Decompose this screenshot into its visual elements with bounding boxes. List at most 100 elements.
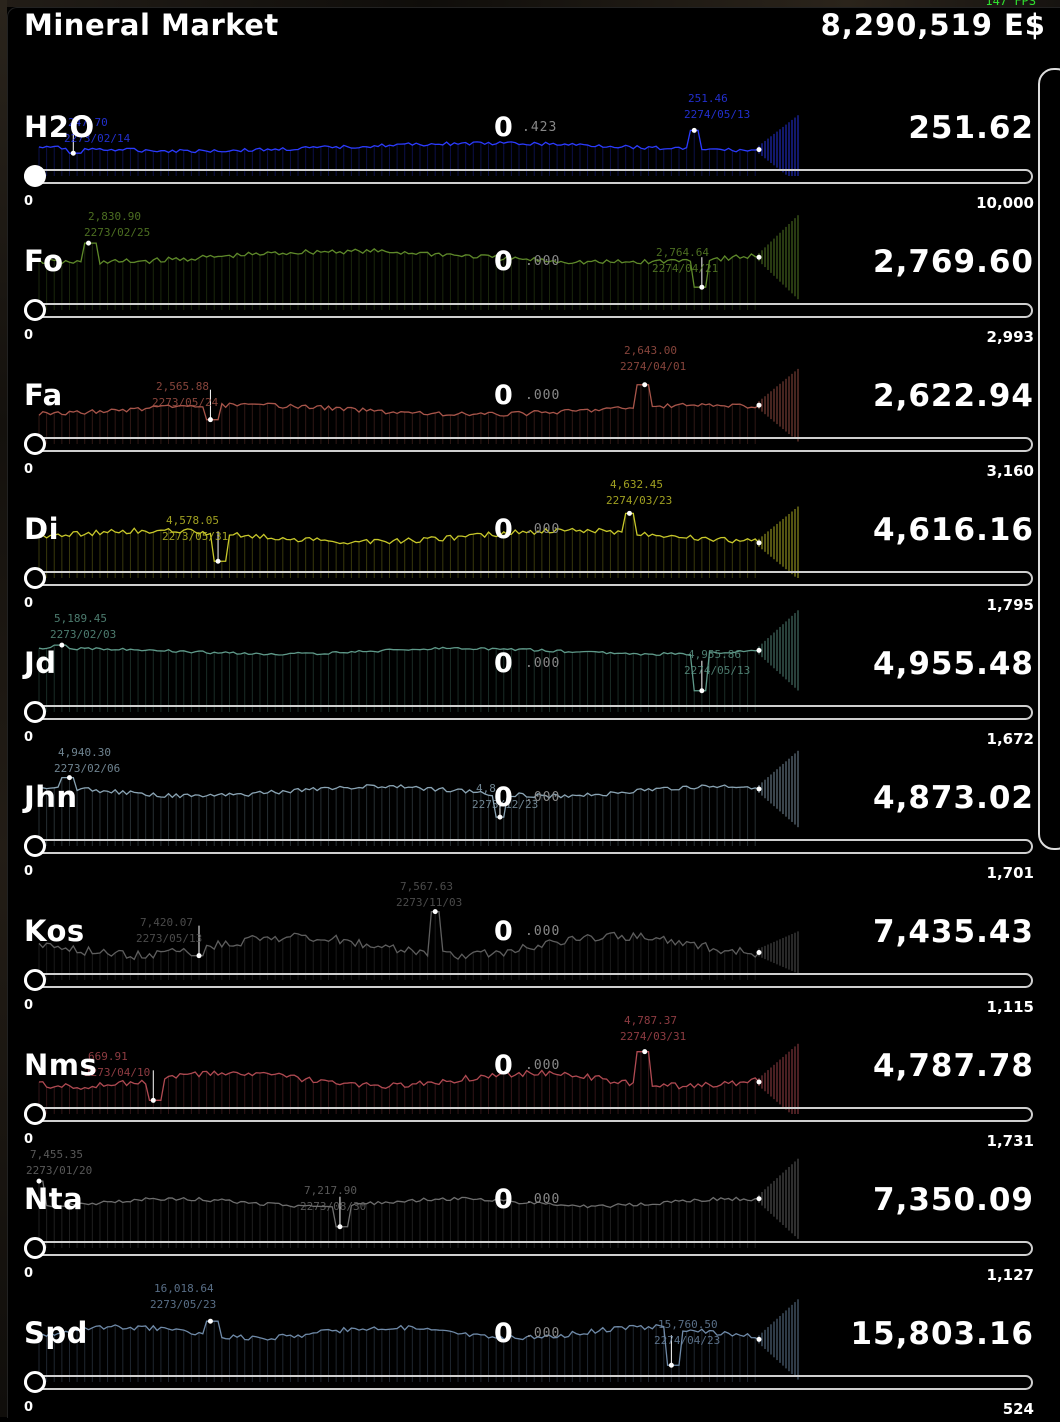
forecast-fan [758, 610, 799, 691]
low-marker-dot [699, 688, 705, 694]
forecast-fan [758, 506, 799, 578]
slider-max-label: 2,993 [986, 328, 1034, 346]
high-date-label: 2274/04/01 [620, 360, 687, 373]
high-date-label: 2273/05/23 [150, 1298, 217, 1311]
low-date-label: 2274/04/21 [652, 262, 719, 275]
current-price-dot [756, 1079, 762, 1085]
price-line [38, 129, 760, 154]
slider-max-label: 3,160 [986, 462, 1034, 480]
price-line [38, 242, 760, 288]
quantity-slider[interactable] [24, 571, 1033, 586]
low-marker-dot [150, 1097, 156, 1103]
slider-knob[interactable] [24, 165, 46, 187]
slider-knob[interactable] [24, 567, 46, 589]
quantity-slider[interactable] [24, 973, 1033, 988]
price-history-chart [38, 750, 799, 846]
current-price: 2,769.60 [873, 244, 1034, 280]
slider-min-label: 0 [24, 730, 34, 745]
quantity-slider[interactable] [24, 437, 1033, 452]
high-price-label: 7,567.63 [400, 880, 453, 893]
quantity-owned: 0 [494, 916, 513, 947]
quantity-owned: 0 [494, 1184, 513, 1215]
low-marker-dot [70, 150, 76, 156]
quantity-slider[interactable] [24, 1241, 1033, 1256]
volume-bars [38, 645, 756, 712]
forecast-fan [758, 1043, 799, 1114]
price-line [38, 644, 760, 692]
current-price: 2,622.94 [873, 378, 1034, 414]
slider-knob[interactable] [24, 969, 46, 991]
high-marker-dot [59, 642, 65, 648]
low-price-label: 2,764.64 [656, 246, 709, 259]
mineral-symbol: Di [24, 512, 60, 546]
quantity-owned-fraction: .000 [525, 1058, 561, 1073]
quantity-slider[interactable] [24, 839, 1033, 854]
quantity-owned-fraction: .000 [525, 656, 561, 671]
high-marker-dot [642, 382, 648, 388]
high-marker-dot [86, 240, 92, 246]
current-price: 15,803.16 [850, 1316, 1034, 1352]
high-marker-dot [432, 909, 438, 915]
quantity-slider[interactable] [24, 169, 1033, 184]
slider-max-label: 1,127 [986, 1266, 1034, 1284]
quantity-owned-fraction: .000 [525, 254, 561, 269]
high-date-label: 2273/11/03 [396, 896, 463, 909]
quantity-owned: 0 [494, 1050, 513, 1081]
mineral-symbol: Fa [24, 378, 63, 412]
quantity-slider[interactable] [24, 303, 1033, 318]
low-price-label: 15,760.50 [658, 1318, 718, 1331]
high-price-label: 4,787.37 [624, 1014, 677, 1027]
page-title: Mineral Market [24, 8, 279, 42]
current-price-dot [756, 647, 762, 653]
volume-bars [38, 1321, 756, 1382]
slider-knob[interactable] [24, 1103, 46, 1125]
slider-max-label: 524 [1002, 1400, 1034, 1418]
slider-knob[interactable] [24, 701, 46, 723]
quantity-slider[interactable] [24, 1375, 1033, 1390]
forecast-fan [758, 1299, 799, 1380]
low-date-label: 2274/04/23 [654, 1334, 721, 1347]
slider-knob[interactable] [24, 299, 46, 321]
low-date-label: 2273/05/31 [162, 530, 229, 543]
slider-knob[interactable] [24, 835, 46, 857]
mineral-symbol: H2O [24, 110, 95, 144]
quantity-owned: 0 [494, 648, 513, 679]
quantity-owned-fraction: .000 [525, 1192, 561, 1207]
high-marker-dot [642, 1049, 648, 1055]
slider-max-label: 1,701 [986, 864, 1034, 882]
price-history-chart [36, 1158, 799, 1248]
slider-min-label: 0 [24, 596, 34, 611]
mineral-row-h2o: 247.70 2273/02/14 251.46 2274/05/13 H2O 0.423… [0, 82, 1060, 216]
slider-min-label: 0 [24, 1132, 34, 1147]
current-price-dot [756, 540, 762, 546]
quantity-slider[interactable] [24, 1107, 1033, 1122]
low-marker-dot [207, 417, 213, 423]
quantity-owned-fraction: .000 [525, 924, 561, 939]
slider-knob[interactable] [24, 433, 46, 455]
slider-max-label: 1,115 [986, 998, 1034, 1016]
forecast-fan [758, 1158, 799, 1239]
slider-knob[interactable] [24, 1237, 46, 1259]
current-price: 4,787.78 [873, 1048, 1034, 1084]
high-date-label: 2274/03/23 [606, 494, 673, 507]
slider-min-label: 0 [24, 1266, 34, 1281]
current-price: 7,350.09 [873, 1182, 1034, 1218]
current-price: 4,873.02 [873, 780, 1034, 816]
quantity-owned-fraction: .000 [525, 522, 561, 537]
slider-min-label: 0 [24, 864, 34, 879]
low-marker-dot [337, 1224, 343, 1230]
high-price-label: 5,189.45 [54, 612, 107, 625]
high-date-label: 2273/02/03 [50, 628, 117, 641]
slider-min-label: 0 [24, 194, 34, 209]
mineral-row-fa: 2,565.88 2273/05/24 2,643.00 2274/04/01 Fa 0.… [0, 344, 1060, 484]
quantity-owned: 0 [494, 514, 513, 545]
low-date-label: 2273/05/24 [152, 396, 219, 409]
mineral-row-spd: 15,760.50 2274/04/23 16,018.64 2273/05/23 Sp… [0, 1282, 1060, 1422]
mineral-symbol: Kos [24, 914, 85, 948]
current-price-dot [756, 1336, 762, 1342]
high-marker-dot [691, 127, 697, 133]
current-price-dot [756, 949, 762, 955]
slider-knob[interactable] [24, 1371, 46, 1393]
quantity-slider[interactable] [24, 705, 1033, 720]
price-line [38, 384, 760, 421]
